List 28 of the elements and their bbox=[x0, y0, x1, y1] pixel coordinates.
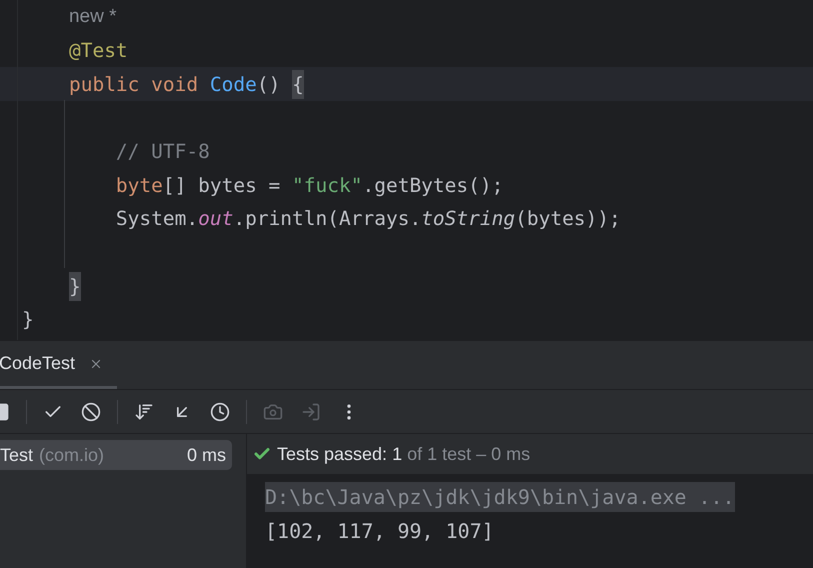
test-row[interactable]: Test (com.io) 0 ms bbox=[0, 440, 232, 470]
string-literal: "fuck" bbox=[292, 172, 362, 199]
inlay-hint: new * bbox=[68, 4, 116, 29]
code-text: () bbox=[256, 72, 282, 98]
test-name: Test bbox=[0, 444, 34, 466]
brace: { bbox=[292, 70, 304, 99]
console-output: [102, 117, 99, 107] bbox=[265, 518, 494, 545]
tab[interactable]: CodeTest bbox=[0, 341, 118, 389]
code-editor[interactable]: new * @Test public void Code() { // UTF-8 byte[] bytes = "fuck".getBytes(); System.out.println(Arrays.toString(bytes)); } } bbox=[0, 0, 813, 340]
method-name: Code bbox=[210, 72, 257, 98]
keyword: byte bbox=[116, 172, 163, 199]
code-comment: // UTF-8 bbox=[116, 138, 210, 165]
annotation: @Test bbox=[68, 38, 128, 64]
keyword: public void bbox=[68, 72, 200, 98]
code-text: .getBytes(); bbox=[362, 172, 504, 199]
code-text: .println(Arrays. bbox=[233, 206, 422, 232]
test-duration: 0 ms bbox=[186, 444, 226, 466]
code-text: [] bytes = bbox=[162, 172, 282, 199]
brace: } bbox=[68, 272, 81, 301]
package-name: (com.io) bbox=[39, 444, 104, 467]
console-command: D:\bc\Java\pz\jdk\jdk9\bin\java.exe ... bbox=[265, 482, 735, 512]
tab-label: CodeTest bbox=[0, 352, 76, 375]
brace: } bbox=[22, 307, 34, 334]
status-text: Tests passed: 1 of 1 test – 0 ms bbox=[277, 442, 530, 466]
static-method: toString bbox=[421, 206, 516, 232]
field-name: out bbox=[198, 206, 234, 232]
code-text: (bytes)); bbox=[515, 206, 621, 232]
code-text: System. bbox=[116, 206, 198, 232]
